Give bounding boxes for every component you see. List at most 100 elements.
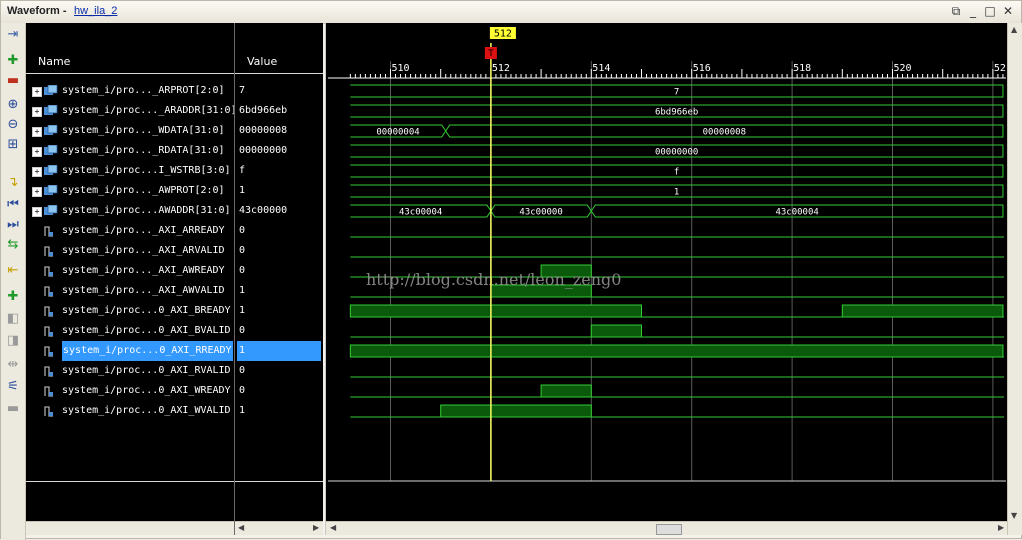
add-probe-button[interactable]: ✚ [4, 52, 22, 70]
remove-button[interactable]: ▬ [4, 72, 22, 90]
signal-value[interactable]: 1 [237, 281, 321, 301]
swap-cursors-button[interactable]: ⇆ [4, 236, 22, 254]
zoom-fit-button[interactable]: ⊞ [4, 136, 22, 154]
signal-name: system_i/proc...0_AXI_RVALID [62, 365, 231, 376]
name-column-header[interactable]: Name [26, 51, 234, 74]
signal-value[interactable]: 1 [237, 301, 321, 321]
signal-row[interactable]: + system_i/proc...AWADDR[31:0] [26, 201, 234, 221]
signal-value[interactable]: 00000000 [237, 141, 321, 161]
name-panel-divider [26, 481, 234, 482]
name-horizontal-scrollbar[interactable] [26, 521, 234, 535]
expand-icon[interactable]: + [32, 207, 42, 217]
go-to-last-time-button[interactable]: ⏭ [4, 216, 22, 234]
signal-value[interactable]: 0 [237, 361, 321, 381]
ila-link[interactable]: hw_ila_2 [74, 5, 117, 17]
expand-icon[interactable]: + [32, 147, 42, 157]
signal-row[interactable]: + system_i/pro..._RDATA[31:0] [26, 141, 234, 161]
waveform-horizontal-scrollbar[interactable]: ◀ ▶ [326, 521, 1008, 535]
waveform-panel[interactable]: 510 512 514 516 518 520 52 7 6bd966eb 00000004 000… [325, 23, 1008, 535]
signal-value[interactable]: f [237, 161, 321, 181]
signal-row[interactable]: system_i/pro..._AXI_ARREADY [26, 221, 234, 241]
signal-row[interactable]: + system_i/proc...I_WSTRB[3:0] [26, 161, 234, 181]
expand-icon[interactable]: + [32, 107, 42, 117]
signal-row[interactable]: system_i/pro..._AXI_AWREADY [26, 261, 234, 281]
signal-value[interactable]: 0 [237, 321, 321, 341]
bus-signal-icon [44, 105, 58, 115]
maximize-button[interactable]: □ [982, 4, 998, 19]
signal-value[interactable]: 0 [237, 381, 321, 401]
vertical-scrollbar[interactable]: ▲ ▼ [1007, 23, 1022, 535]
bus-signal-icon [44, 165, 58, 175]
next-marker-button[interactable]: ◨ [4, 332, 22, 350]
previous-marker-button[interactable]: ◧ [4, 310, 22, 328]
signal-value[interactable]: 43c00000 [237, 201, 321, 221]
value-horizontal-scrollbar[interactable]: ◀ ▶ [235, 521, 323, 535]
value-column-header[interactable]: Value [235, 51, 323, 74]
signal-name: system_i/pro..._AWPROT[2:0] [62, 185, 225, 196]
bit-high-pulse[interactable] [540, 384, 592, 398]
ruler-tick-label: 520 [894, 63, 912, 74]
sync-button[interactable]: ▬ [4, 400, 22, 418]
close-button[interactable]: ✕ [1000, 4, 1016, 19]
add-marker-button[interactable]: ✚ [4, 288, 22, 306]
bit-high-pulse[interactable] [349, 304, 643, 318]
expand-icon[interactable]: + [32, 167, 42, 177]
signal-name: system_i/proc...I_WSTRB[3:0] [62, 165, 231, 176]
scroll-right-icon[interactable]: ▶ [998, 523, 1004, 532]
signal-row[interactable]: + system_i/pro..._WDATA[31:0] [26, 121, 234, 141]
bit-high-pulse[interactable] [590, 324, 642, 338]
waveform-toolbar: ⇥ ✚ ▬ ⊕ ⊖ ⊞ ↴ ⏮ ⏭ ⇆ ⇤ ✚ ◧ ◨ ⇹ ⚟ ▬ [1, 23, 26, 540]
waveform-options-button[interactable]: ⇥ [4, 26, 22, 44]
signal-value[interactable]: 1 [237, 401, 321, 421]
bit-signal-icon [44, 266, 53, 277]
signal-value[interactable]: 0 [237, 241, 321, 261]
ruler-tick-label: 518 [793, 63, 811, 74]
signal-row[interactable]: system_i/pro..._AXI_ARVALID [26, 241, 234, 261]
scroll-thumb[interactable] [656, 524, 682, 535]
minimize-button[interactable]: _ [965, 4, 981, 19]
signal-value[interactable]: 0 [237, 261, 321, 281]
waveform-canvas[interactable]: 510 512 514 516 518 520 52 7 6bd966eb 00000004 000… [326, 23, 1008, 521]
signal-row[interactable]: system_i/proc...0_AXI_BVALID [26, 321, 234, 341]
zoom-out-button[interactable]: ⊖ [4, 116, 22, 134]
signal-value[interactable]: 1 [237, 341, 321, 361]
scroll-left-icon[interactable]: ◀ [238, 523, 244, 532]
signal-row[interactable]: + system_i/proc..._ARADDR[31:0] [26, 101, 237, 121]
signal-row[interactable]: + system_i/pro..._AWPROT[2:0] [26, 181, 234, 201]
bus-value-label: 1 [674, 188, 679, 198]
scroll-down-icon[interactable]: ▼ [1011, 511, 1017, 520]
signal-value[interactable]: 6bd966eb [237, 101, 321, 121]
go-to-time-0-button[interactable]: ⏮ [4, 196, 22, 214]
bus-value-label: 00000000 [655, 148, 698, 158]
signal-row[interactable]: system_i/pro..._AXI_AWVALID [26, 281, 234, 301]
expand-icon[interactable]: + [32, 87, 42, 97]
snap-to-transition-button[interactable]: ⇹ [4, 356, 22, 374]
go-to-cursor-button[interactable]: ↴ [4, 174, 22, 192]
signal-row[interactable]: system_i/proc...0_AXI_WVALID [26, 401, 234, 421]
expand-icon[interactable]: + [32, 187, 42, 197]
ruler-tick-label: 516 [693, 63, 711, 74]
previous-transition-button[interactable]: ⇤ [4, 262, 22, 280]
signal-value[interactable]: 00000008 [237, 121, 321, 141]
signal-value[interactable]: 1 [237, 181, 321, 201]
bit-high-pulse[interactable] [841, 304, 1004, 318]
bit-signal-icon [44, 226, 53, 237]
trigger-label: T [488, 49, 494, 59]
expand-icon[interactable]: + [32, 127, 42, 137]
restore-icon[interactable]: ⧉ [948, 4, 964, 19]
signal-value[interactable]: 0 [237, 221, 321, 241]
scroll-right-icon[interactable]: ▶ [313, 523, 319, 532]
bit-high-pulse[interactable] [349, 344, 1004, 358]
bit-high-pulse[interactable] [440, 404, 592, 418]
floating-ruler-button[interactable]: ⚟ [4, 378, 22, 396]
signal-row[interactable]: system_i/proc...0_AXI_BREADY [26, 301, 234, 321]
signal-value[interactable]: 7 [237, 81, 321, 101]
signal-row[interactable]: + system_i/pro..._ARPROT[2:0] [26, 81, 234, 101]
zoom-in-button[interactable]: ⊕ [4, 96, 22, 114]
signal-row[interactable]: system_i/proc...0_AXI_RREADY [26, 341, 234, 361]
signal-name: system_i/proc...0_AXI_WVALID [62, 405, 231, 416]
scroll-up-icon[interactable]: ▲ [1011, 25, 1017, 34]
signal-row[interactable]: system_i/proc...0_AXI_WREADY [26, 381, 234, 401]
scroll-left-icon[interactable]: ◀ [330, 523, 336, 532]
signal-row[interactable]: system_i/proc...0_AXI_RVALID [26, 361, 234, 381]
